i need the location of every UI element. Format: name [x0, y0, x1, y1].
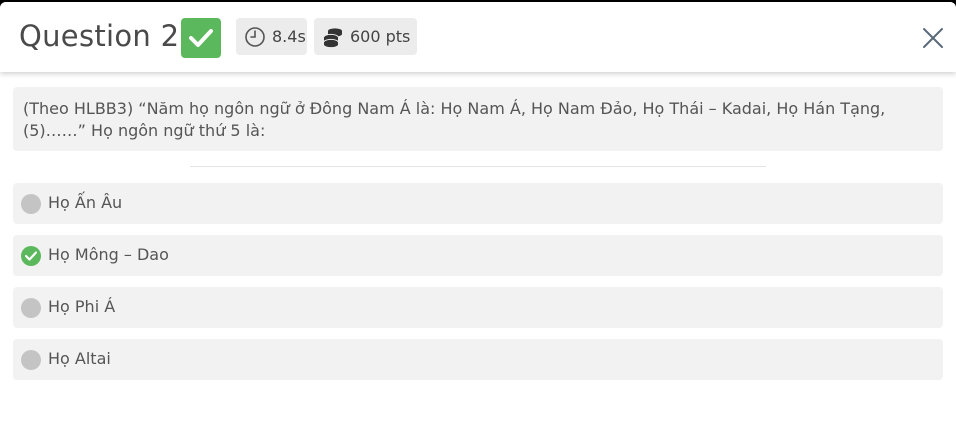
answer-option-4[interactable]: Họ Altai: [13, 339, 943, 380]
close-icon[interactable]: [920, 25, 946, 51]
question-header: Question 2 8.4s 600 pts: [0, 2, 956, 72]
question-text: (Theo HLBB3) “Năm họ ngôn ngữ ở Đông Nam…: [13, 87, 943, 151]
correct-badge: [181, 18, 221, 58]
answer-option-label: Họ Phi Á: [48, 297, 116, 316]
check-circle-icon: [21, 246, 41, 266]
time-pill: 8.4s: [236, 18, 307, 55]
coins-icon: [321, 25, 345, 49]
answer-option-1[interactable]: Họ Ấn Âu: [13, 183, 943, 224]
answer-option-label: Họ Altai: [48, 349, 111, 368]
points-value: 600 pts: [350, 27, 411, 46]
answer-option-2[interactable]: Họ Mông – Dao: [13, 235, 943, 276]
time-value: 8.4s: [272, 27, 306, 46]
clock-icon: [243, 25, 267, 49]
unselected-radio-icon: [21, 298, 41, 318]
points-pill: 600 pts: [314, 18, 417, 55]
answer-option-3[interactable]: Họ Phi Á: [13, 287, 943, 328]
answer-option-label: Họ Mông – Dao: [48, 245, 169, 264]
unselected-radio-icon: [21, 194, 41, 214]
quiz-result-window: Question 2 8.4s 600 pts (Theo HLBB3) “Nă…: [0, 2, 956, 442]
check-icon: [189, 29, 213, 47]
divider: [190, 166, 766, 167]
question-title: Question 2: [19, 19, 180, 53]
close-button[interactable]: [920, 25, 946, 51]
unselected-radio-icon: [21, 350, 41, 370]
answer-option-label: Họ Ấn Âu: [48, 193, 123, 212]
